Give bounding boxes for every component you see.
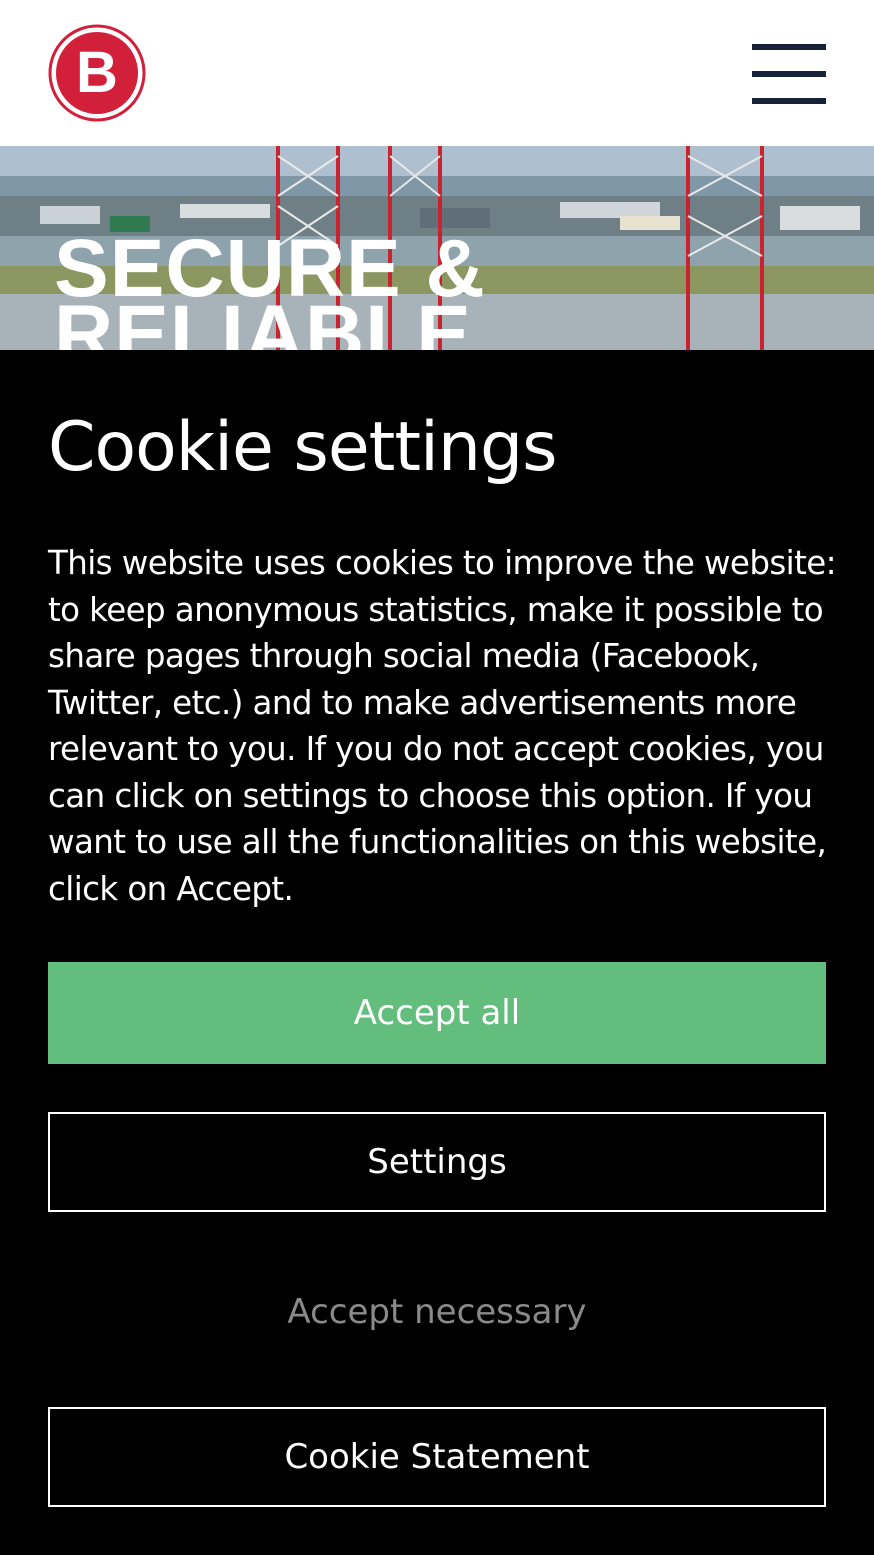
cookie-title: Cookie settings: [48, 408, 558, 487]
logo-letter: B: [76, 40, 118, 105]
hamburger-icon-bar: [752, 98, 826, 104]
accept-necessary-button[interactable]: Accept necessary: [48, 1262, 826, 1362]
cookie-statement-button[interactable]: Cookie Statement: [48, 1407, 826, 1507]
menu-button[interactable]: [752, 44, 826, 106]
cookie-panel: [0, 350, 874, 1555]
hamburger-icon-bar: [752, 71, 826, 77]
accept-all-button[interactable]: Accept all: [48, 962, 826, 1064]
cookie-description: This website uses cookies to improve the…: [48, 544, 837, 908]
settings-button[interactable]: Settings: [48, 1112, 826, 1212]
site-header: B: [0, 0, 874, 146]
logo-icon: B: [48, 24, 146, 122]
hero-banner: SECURE & RELIABLE: [0, 146, 874, 350]
hero-title: SECURE & RELIABLE: [54, 228, 486, 351]
hamburger-icon: [752, 44, 826, 50]
brand-logo[interactable]: B: [48, 24, 146, 122]
hero-title-line2: RELIABLE: [54, 289, 472, 351]
